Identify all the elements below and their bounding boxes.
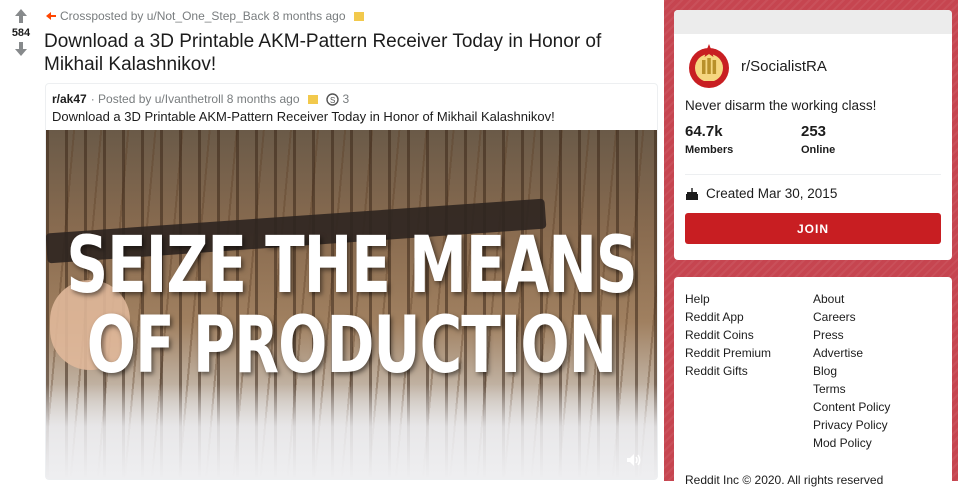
- join-button[interactable]: JOIN: [685, 213, 941, 244]
- embedded-subreddit-link[interactable]: r/ak47: [52, 92, 87, 106]
- about-divider: [685, 174, 941, 175]
- vote-score: 584: [11, 27, 31, 39]
- embedded-title[interactable]: Download a 3D Printable AKM-Pattern Rece…: [52, 109, 555, 124]
- crosspost-line: Crossposted by u/Not_One_Step_Back 8 mon…: [46, 9, 364, 23]
- online-stat: 253 Online: [801, 123, 835, 156]
- post-title[interactable]: Download a 3D Printable AKM-Pattern Rece…: [44, 30, 654, 76]
- crossposted-card[interactable]: r/ak47 · Posted by u/Ivanthetroll 8 mont…: [45, 83, 658, 480]
- video-overlay-line-1: SEIZE THE MEANS: [66, 219, 637, 311]
- members-label: Members: [685, 144, 734, 156]
- upvote-arrow-icon[interactable]: [13, 8, 29, 24]
- footer-link[interactable]: Reddit Premium: [685, 344, 771, 362]
- volume-icon[interactable]: [625, 451, 643, 469]
- footer-links-right: About Careers Press Advertise Blog Terms Conte…: [813, 290, 890, 452]
- crosspost-icon: [46, 12, 56, 20]
- footer-link[interactable]: Reddit Coins: [685, 326, 771, 344]
- created-row: Created Mar 30, 2015: [685, 186, 837, 201]
- cake-icon: [686, 187, 698, 200]
- copyright-text: Reddit Inc © 2020. All rights reserved: [685, 473, 884, 487]
- award-icon: [307, 94, 318, 104]
- members-count: 64.7k: [685, 123, 723, 140]
- embedded-meta: r/ak47 · Posted by u/Ivanthetroll 8 mont…: [52, 92, 349, 106]
- footer-link[interactable]: Press: [813, 326, 890, 344]
- subreddit-description: Never disarm the working class!: [685, 98, 877, 113]
- footer-links-card: Help Reddit App Reddit Coins Reddit Premium…: [674, 277, 952, 487]
- svg-text:S: S: [330, 96, 335, 105]
- footer-link[interactable]: Reddit Gifts: [685, 362, 771, 380]
- created-date: Created Mar 30, 2015: [706, 186, 838, 201]
- footer-link[interactable]: Content Policy: [813, 398, 890, 416]
- video-overlay-line-2: OF PRODUCTION: [86, 299, 617, 391]
- subreddit-emblem-icon[interactable]: [685, 42, 733, 90]
- footer-link[interactable]: Privacy Policy: [813, 416, 890, 434]
- footer-links-left: Help Reddit App Reddit Coins Reddit Premium…: [685, 290, 771, 380]
- footer-link[interactable]: About: [813, 290, 890, 308]
- footer-link[interactable]: Terms: [813, 380, 890, 398]
- footer-link[interactable]: Blog: [813, 362, 890, 380]
- award-count: 3: [342, 92, 350, 106]
- embedded-posted-by[interactable]: · Posted by u/Ivanthetroll 8 months ago: [91, 92, 300, 106]
- crosspost-text[interactable]: Crossposted by u/Not_One_Step_Back 8 mon…: [60, 9, 346, 23]
- video-snow: [46, 384, 657, 479]
- footer-link[interactable]: Help: [685, 290, 771, 308]
- footer-link[interactable]: Mod Policy: [813, 434, 890, 452]
- video-player[interactable]: SEIZE THE MEANS OF PRODUCTION: [46, 130, 657, 479]
- online-label: Online: [801, 144, 836, 156]
- coin-icon: S: [325, 92, 339, 106]
- online-count: 253: [801, 123, 827, 140]
- vote-column: 584: [6, 8, 36, 57]
- members-stat: 64.7k Members: [685, 123, 733, 156]
- footer-link[interactable]: Advertise: [813, 344, 890, 362]
- about-card-header: [674, 10, 952, 34]
- subreddit-name[interactable]: r/SocialistRA: [741, 58, 827, 75]
- footer-link[interactable]: Careers: [813, 308, 890, 326]
- community-about-card: r/SocialistRA Never disarm the working c…: [674, 10, 952, 260]
- award-icon: [353, 11, 364, 21]
- downvote-arrow-icon[interactable]: [13, 41, 29, 57]
- footer-link[interactable]: Reddit App: [685, 308, 771, 326]
